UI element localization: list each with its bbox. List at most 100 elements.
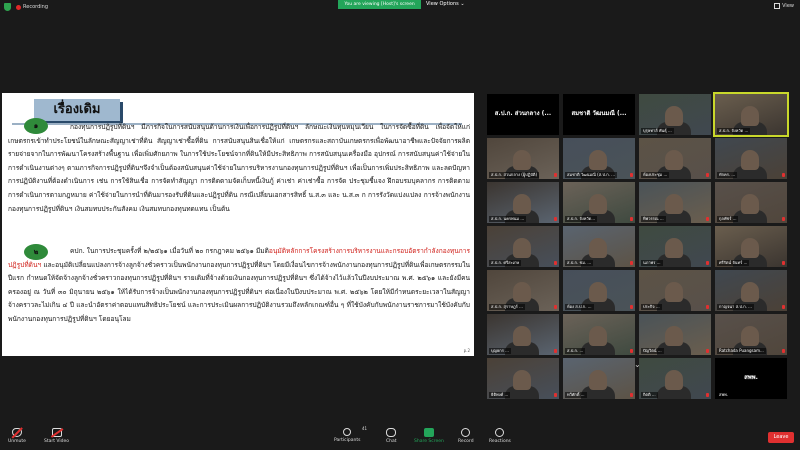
- participant-tile[interactable]: ธิติพงศ์ ...: [487, 358, 559, 399]
- participant-name: ส.ป.ก. ส่วนกลาง (...: [494, 110, 552, 117]
- video-off-icon: [51, 428, 62, 437]
- participant-name: ห้องประชุม ...: [641, 172, 670, 178]
- participant-tile[interactable]: ส.ป.ก. สวนกลาง (ผู้ปฏิบัติ): [487, 138, 559, 179]
- document-title: เรื่องเดิม: [34, 99, 120, 121]
- paragraph-2-text-a: คปก. ในการประชุมครั้งที่ ๒/๒๕๖๑ เมื่อวัน…: [70, 247, 269, 255]
- participant-name: กุลพัชร์ ...: [717, 216, 739, 222]
- muted-mic-icon: [554, 305, 557, 309]
- participant-tile[interactable]: บุรุษทาส์ พันธุ์ ...: [639, 94, 711, 135]
- unmute-button[interactable]: Unmute: [8, 428, 26, 444]
- participant-tile[interactable]: ส.ป.ก. ส่วนกลาง (...: [487, 94, 559, 135]
- participant-tile[interactable]: ส.ป.ก. นครพนม ...: [487, 182, 559, 223]
- participant-head: [589, 326, 607, 346]
- participant-name: นภาพร ...: [641, 260, 663, 266]
- participant-name: กาญจนา ส.ป.ก. ...: [717, 304, 754, 310]
- share-screen-label: Share Screen: [414, 439, 444, 444]
- participant-tile[interactable]: ส.ป.ก. จังหวัด...: [563, 182, 635, 223]
- recording-indicator[interactable]: Recording: [16, 2, 48, 12]
- view-options-button[interactable]: View Options ⌄: [426, 0, 465, 9]
- muted-mic-icon: [782, 217, 785, 221]
- participant-name: ปัญวิตน์ ...: [641, 348, 664, 354]
- muted-mic-icon: [782, 173, 785, 177]
- participant-name: ส.ป.ก. สุราษฎร์ ...: [489, 304, 525, 310]
- shared-screen-document: เรื่องเดิม ๑ กองทุนการปฏิรูปที่ดินฯ มีภา…: [2, 93, 474, 356]
- participant-name: ศรีรัตน์ จันทร์ ...: [717, 260, 750, 266]
- participant-name: กิตติ ...: [641, 392, 658, 398]
- muted-mic-icon: [554, 393, 557, 397]
- reactions-button[interactable]: Reactions: [489, 428, 511, 444]
- muted-mic-icon: [706, 217, 709, 221]
- muted-mic-icon: [630, 393, 633, 397]
- participant-tile[interactable]: ห้องประชุม ...: [639, 138, 711, 179]
- unmute-label: Unmute: [8, 439, 26, 444]
- muted-mic-icon: [554, 261, 557, 265]
- page-marker: p.2: [463, 348, 470, 353]
- participant-tile[interactable]: ส.ป.ก. ...: [563, 314, 635, 355]
- view-button[interactable]: View: [774, 2, 794, 10]
- microphone-muted-icon: [11, 428, 22, 437]
- participant-head: [741, 238, 759, 258]
- muted-mic-icon: [630, 217, 633, 221]
- muted-mic-icon: [782, 349, 785, 353]
- muted-mic-icon: [706, 261, 709, 265]
- participant-head: [665, 326, 683, 346]
- participant-name: ทวีศักดิ์ ...: [565, 392, 587, 398]
- participant-tile[interactable]: ประกิจ ...: [639, 270, 711, 311]
- chat-button[interactable]: Chat: [386, 428, 397, 444]
- view-label: View: [782, 3, 794, 9]
- smiley-icon: [495, 428, 505, 437]
- participant-tile[interactable]: ส.ป.ก. ศรีสะเกษ: [487, 226, 559, 267]
- participant-tile[interactable]: ปัญวิตน์ ...: [639, 314, 711, 355]
- participant-tile[interactable]: นภาพร ...: [639, 226, 711, 267]
- share-screen-button[interactable]: Share Screen: [414, 428, 444, 444]
- participant-tile[interactable]: ห้อง ส.ป.ก. ...: [563, 270, 635, 311]
- participant-name: ส.ป.ก. สวนกลาง (ผู้ปฏิบัติ): [489, 172, 540, 178]
- recording-label: Recording: [23, 4, 49, 10]
- muted-mic-icon: [630, 305, 633, 309]
- participant-head: [741, 194, 759, 214]
- participant-name: บุรุษทาส์ พันธุ์ ...: [641, 128, 674, 134]
- participant-name: ทิพวรรณ ...: [641, 216, 666, 222]
- participant-tile[interactable]: ศรีรัตน์ จันทร์ ...: [715, 226, 787, 267]
- participant-tile[interactable]: บุญยกร ...: [487, 314, 559, 355]
- participant-tile[interactable]: กาญจนา ส.ป.ก. ...: [715, 270, 787, 311]
- muted-mic-icon: [706, 393, 709, 397]
- start-video-button[interactable]: Start Video: [44, 428, 69, 444]
- reactions-label: Reactions: [489, 439, 511, 444]
- participant-tile[interactable]: กุลพัชร์ ...: [715, 182, 787, 223]
- participant-name: ส.ป.ก. ศรีสะเกษ: [489, 260, 522, 266]
- paragraph-2-text-b: และอนุมัติเปลี่ยนแปลงการจ้างลูกจ้างชั่วค…: [8, 260, 470, 323]
- participant-head: [741, 326, 759, 346]
- participant-head: [665, 150, 683, 170]
- participant-tile[interactable]: Ratchada Puangsam...: [715, 314, 787, 355]
- participants-button[interactable]: 41 Participants: [334, 426, 367, 443]
- participant-tile[interactable]: ทิพวรรณ ...: [639, 182, 711, 223]
- participant-tile[interactable]: กิตติ ...: [639, 358, 711, 399]
- record-dot-icon: [16, 4, 21, 10]
- participants-count: 41: [362, 426, 368, 431]
- muted-mic-icon: [554, 173, 557, 177]
- participant-tile[interactable]: สมชาติ วัฒนมณี (...: [563, 94, 635, 135]
- leave-button[interactable]: Leave: [768, 432, 794, 443]
- participant-head: [513, 326, 531, 346]
- participant-head: [665, 282, 683, 302]
- participant-tile[interactable]: ส.ป.ก. สุราษฎร์ ...: [487, 270, 559, 311]
- participant-head: [741, 282, 759, 302]
- participants-label: Participants: [334, 438, 361, 443]
- security-shield-icon[interactable]: [4, 3, 11, 11]
- muted-mic-icon: [782, 261, 785, 265]
- participant-tile[interactable]: ส.ป.ก. จังหวัด ...: [713, 92, 789, 137]
- participant-tile[interactable]: ทวีศักดิ์ ...: [563, 358, 635, 399]
- meeting-toolbar: Unmute Start Video 41 Participants Chat …: [0, 422, 800, 450]
- record-label: Record: [458, 439, 474, 444]
- share-screen-icon: [423, 428, 434, 437]
- participant-tile[interactable]: ส.ป.ก. ชม. ...: [563, 226, 635, 267]
- chat-label: Chat: [386, 439, 397, 444]
- chevron-down-icon[interactable]: ⌄: [634, 360, 641, 369]
- participant-name: Ratchada Puangsam...: [717, 348, 766, 354]
- participant-head: [665, 194, 683, 214]
- record-button[interactable]: Record: [458, 428, 474, 444]
- participant-tile[interactable]: สมชาติ วัฒนมณี (ส.ป.ก. ...: [563, 138, 635, 179]
- participant-tile[interactable]: ทักคร. ...: [715, 138, 787, 179]
- participant-tile[interactable]: สพพ. สพพ.: [715, 358, 787, 399]
